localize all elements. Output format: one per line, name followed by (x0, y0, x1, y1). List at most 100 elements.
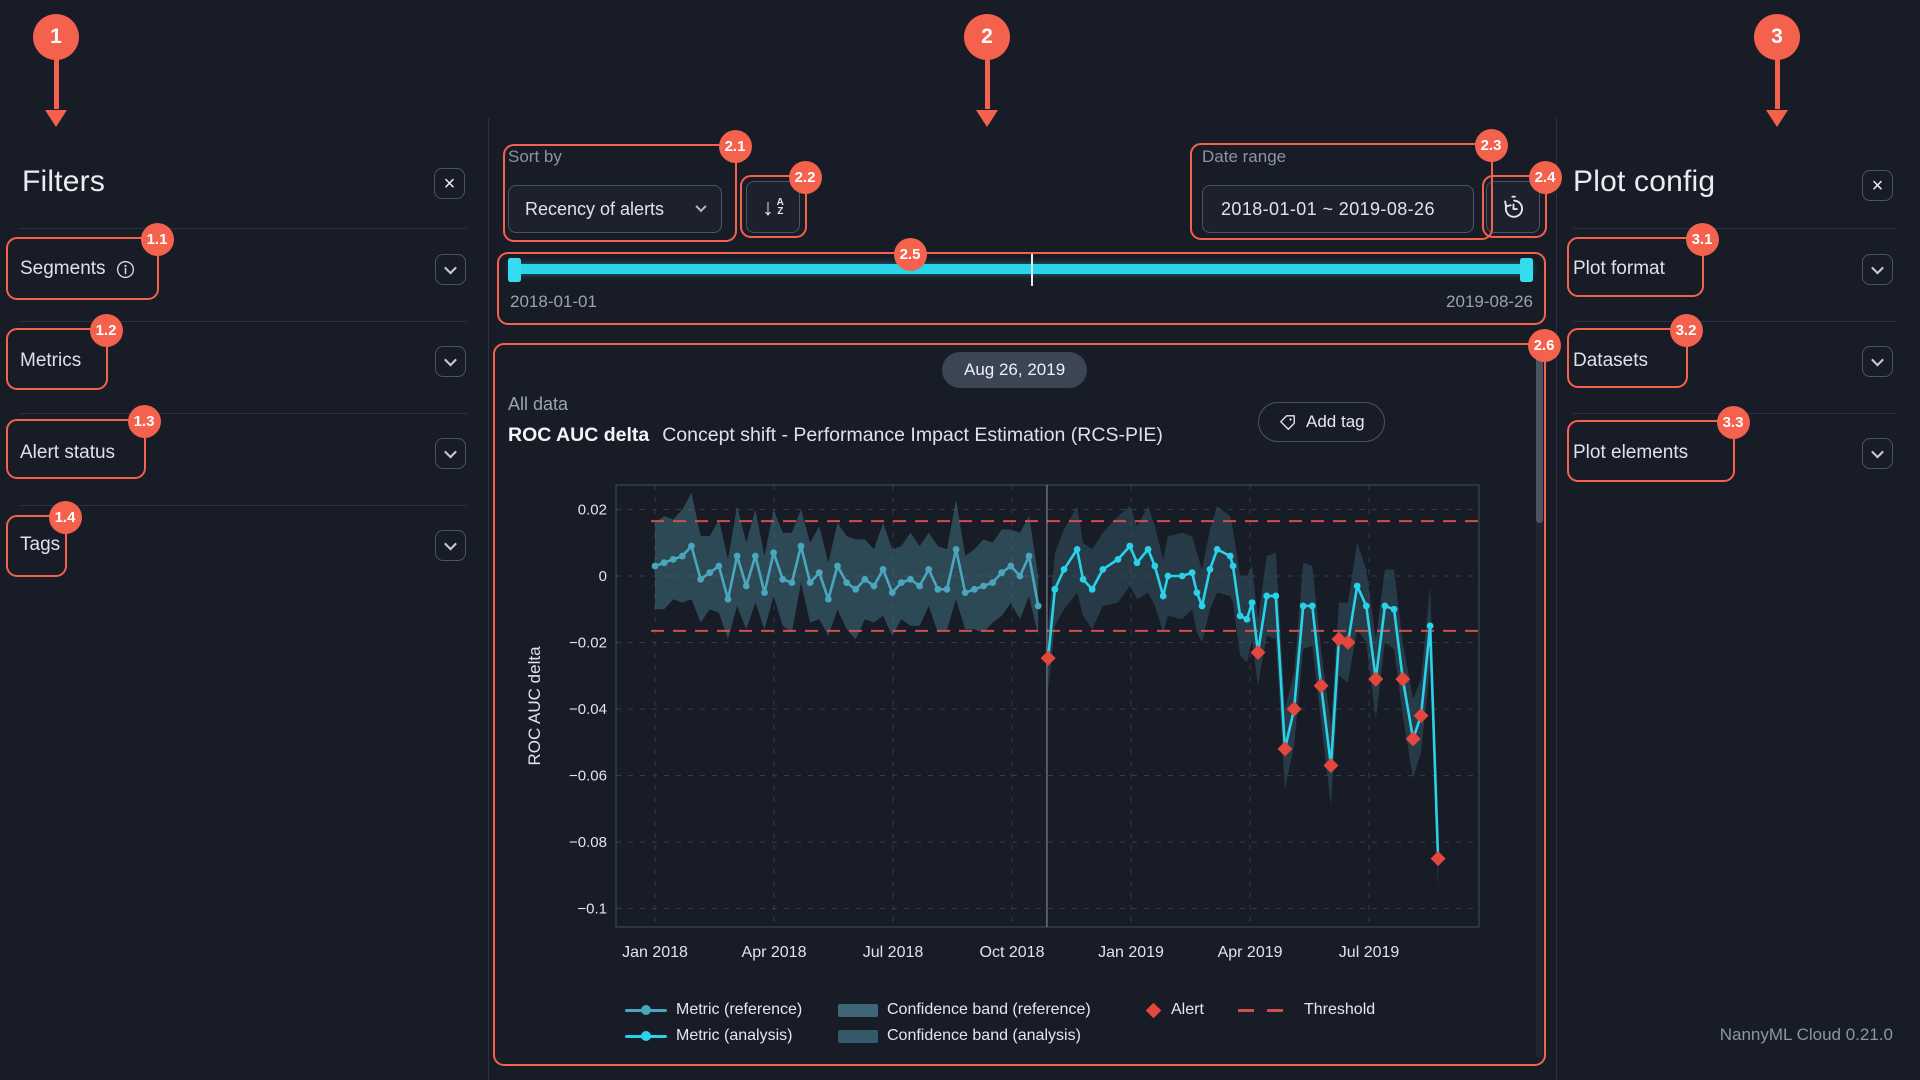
svg-text:0.02: 0.02 (578, 502, 607, 519)
app-root: Filters × Segments Metrics Alert status … (0, 0, 1920, 1080)
chevron-down-icon (695, 200, 706, 211)
reset-date-range-button[interactable] (1486, 181, 1540, 233)
svg-text:Apr 2019: Apr 2019 (1218, 944, 1283, 961)
svg-text:−0.06: −0.06 (569, 768, 607, 785)
chevron-down-icon (444, 354, 457, 367)
slider-handle-start[interactable] (508, 258, 521, 282)
segments-expand-button[interactable] (435, 254, 466, 285)
datasets-expand-button[interactable] (1862, 346, 1893, 377)
history-icon (1500, 194, 1527, 221)
svg-text:Apr 2018: Apr 2018 (742, 944, 807, 961)
legend-label: Metric (reference) (676, 1001, 802, 1019)
legend-item-confidence-band-reference[interactable]: Confidence band (reference) (838, 1001, 1145, 1019)
tags-expand-button[interactable] (435, 530, 466, 561)
config-section-plot-format[interactable]: Plot format (1573, 258, 1665, 280)
add-tag-button[interactable]: Add tag (1258, 402, 1385, 442)
legend-label: Alert (1171, 1001, 1204, 1019)
line-ana-swatch-icon (625, 1029, 667, 1043)
svg-text:0: 0 (599, 568, 607, 585)
chevron-down-icon (444, 262, 457, 275)
legend-item-threshold[interactable]: Threshold (1238, 1001, 1375, 1019)
sort-direction-button[interactable]: ↓ AZ (746, 181, 800, 233)
sort-descending-icon: ↓ AZ (762, 196, 784, 219)
sort-select[interactable]: Recency of alerts (508, 185, 722, 233)
annotation-badge-1.2: 1.2 (90, 314, 123, 347)
panel-divider-left (488, 118, 489, 1080)
annotation-badge-1.3: 1.3 (128, 405, 161, 438)
slider-max-label: 2019-08-26 (1383, 292, 1533, 312)
legend-item-metric-analysis[interactable]: Metric (analysis) (625, 1027, 838, 1045)
plot-elements-expand-button[interactable] (1862, 438, 1893, 469)
config-section-plot-elements[interactable]: Plot elements (1573, 442, 1688, 464)
legend-label: Threshold (1304, 1001, 1375, 1019)
slider-min-label: 2018-01-01 (510, 292, 597, 312)
legend-item-alert[interactable]: Alert (1145, 1001, 1238, 1019)
filter-section-segments[interactable]: Segments (20, 258, 136, 280)
legend-label: Metric (analysis) (676, 1027, 792, 1045)
line-ref-swatch-icon (625, 1003, 667, 1017)
card-scrollbar-thumb[interactable] (1536, 351, 1543, 523)
plot-config-close-button[interactable]: × (1862, 170, 1893, 201)
filter-section-metrics[interactable]: Metrics (20, 350, 81, 372)
annotation-box-2.5 (497, 252, 1546, 325)
annotation-badge-2.1: 2.1 (719, 130, 752, 163)
alert-swatch-icon (1146, 1002, 1162, 1018)
hovered-date-pill: Aug 26, 2019 (942, 352, 1087, 388)
info-icon (115, 259, 136, 280)
plot-format-expand-button[interactable] (1862, 254, 1893, 285)
annotation-marker-2: 2 (964, 14, 1010, 60)
metrics-expand-button[interactable] (435, 346, 466, 377)
chart-legend: Metric (reference) Confidence band (refer… (625, 997, 1375, 1049)
annotation-marker-1: 1 (33, 14, 79, 60)
svg-text:−0.08: −0.08 (569, 834, 607, 851)
legend-item-metric-reference[interactable]: Metric (reference) (625, 1001, 838, 1019)
close-icon: × (444, 174, 456, 194)
svg-text:Jul 2019: Jul 2019 (1339, 944, 1400, 961)
metric-chart: 0.020−0.02−0.04−0.06−0.08−0.1Jan 2018Apr… (500, 470, 1530, 970)
svg-text:−0.04: −0.04 (569, 701, 607, 718)
section-label-text: Tags (20, 534, 60, 556)
config-section-datasets[interactable]: Datasets (1573, 350, 1648, 372)
section-divider (20, 228, 467, 229)
section-label-text: Plot elements (1573, 442, 1688, 464)
chevron-down-icon (1871, 262, 1884, 275)
section-label-text: Alert status (20, 442, 115, 464)
legend-label: Confidence band (reference) (887, 1001, 1091, 1019)
add-tag-label: Add tag (1306, 412, 1365, 432)
date-range-label: Date range (1202, 147, 1286, 167)
threshold-swatch-icon (1238, 1009, 1295, 1012)
close-icon: × (1872, 176, 1884, 196)
annotation-arrowhead (45, 110, 67, 127)
panel-divider-right (1556, 118, 1557, 1080)
alert-status-expand-button[interactable] (435, 438, 466, 469)
svg-text:−0.02: −0.02 (569, 635, 607, 652)
annotation-badge-3.3: 3.3 (1717, 406, 1750, 439)
annotation-arrow-stem (985, 57, 990, 109)
svg-text:Jul 2018: Jul 2018 (863, 944, 924, 961)
filters-panel-title: Filters (22, 165, 105, 199)
chevron-down-icon (1871, 354, 1884, 367)
metric-subtitle: Concept shift - Performance Impact Estim… (662, 424, 1163, 446)
section-divider (20, 413, 467, 414)
metric-name: ROC AUC delta (508, 424, 649, 446)
filter-section-alert-status[interactable]: Alert status (20, 442, 115, 464)
sort-select-value: Recency of alerts (525, 199, 664, 220)
sort-by-label: Sort by (508, 147, 562, 167)
section-divider (1573, 321, 1896, 322)
plot-config-panel-title: Plot config (1573, 165, 1715, 199)
section-label-text: Plot format (1573, 258, 1665, 280)
annotation-badge-3.2: 3.2 (1670, 314, 1703, 347)
slider-handle-end[interactable] (1520, 258, 1533, 282)
band-ref-swatch-icon (838, 1004, 878, 1017)
svg-text:Jan 2019: Jan 2019 (1098, 944, 1164, 961)
date-range-input[interactable]: 2018-01-01 ~ 2019-08-26 (1202, 185, 1474, 233)
band-ana-swatch-icon (838, 1030, 878, 1043)
legend-item-confidence-band-analysis[interactable]: Confidence band (analysis) (838, 1027, 1145, 1045)
annotation-arrow-stem (54, 57, 59, 109)
filters-close-button[interactable]: × (434, 168, 465, 199)
date-range-slider[interactable] (510, 264, 1532, 274)
section-label-text: Datasets (1573, 350, 1648, 372)
section-label-text: Segments (20, 258, 106, 280)
chevron-down-icon (444, 446, 457, 459)
filter-section-tags[interactable]: Tags (20, 534, 60, 556)
